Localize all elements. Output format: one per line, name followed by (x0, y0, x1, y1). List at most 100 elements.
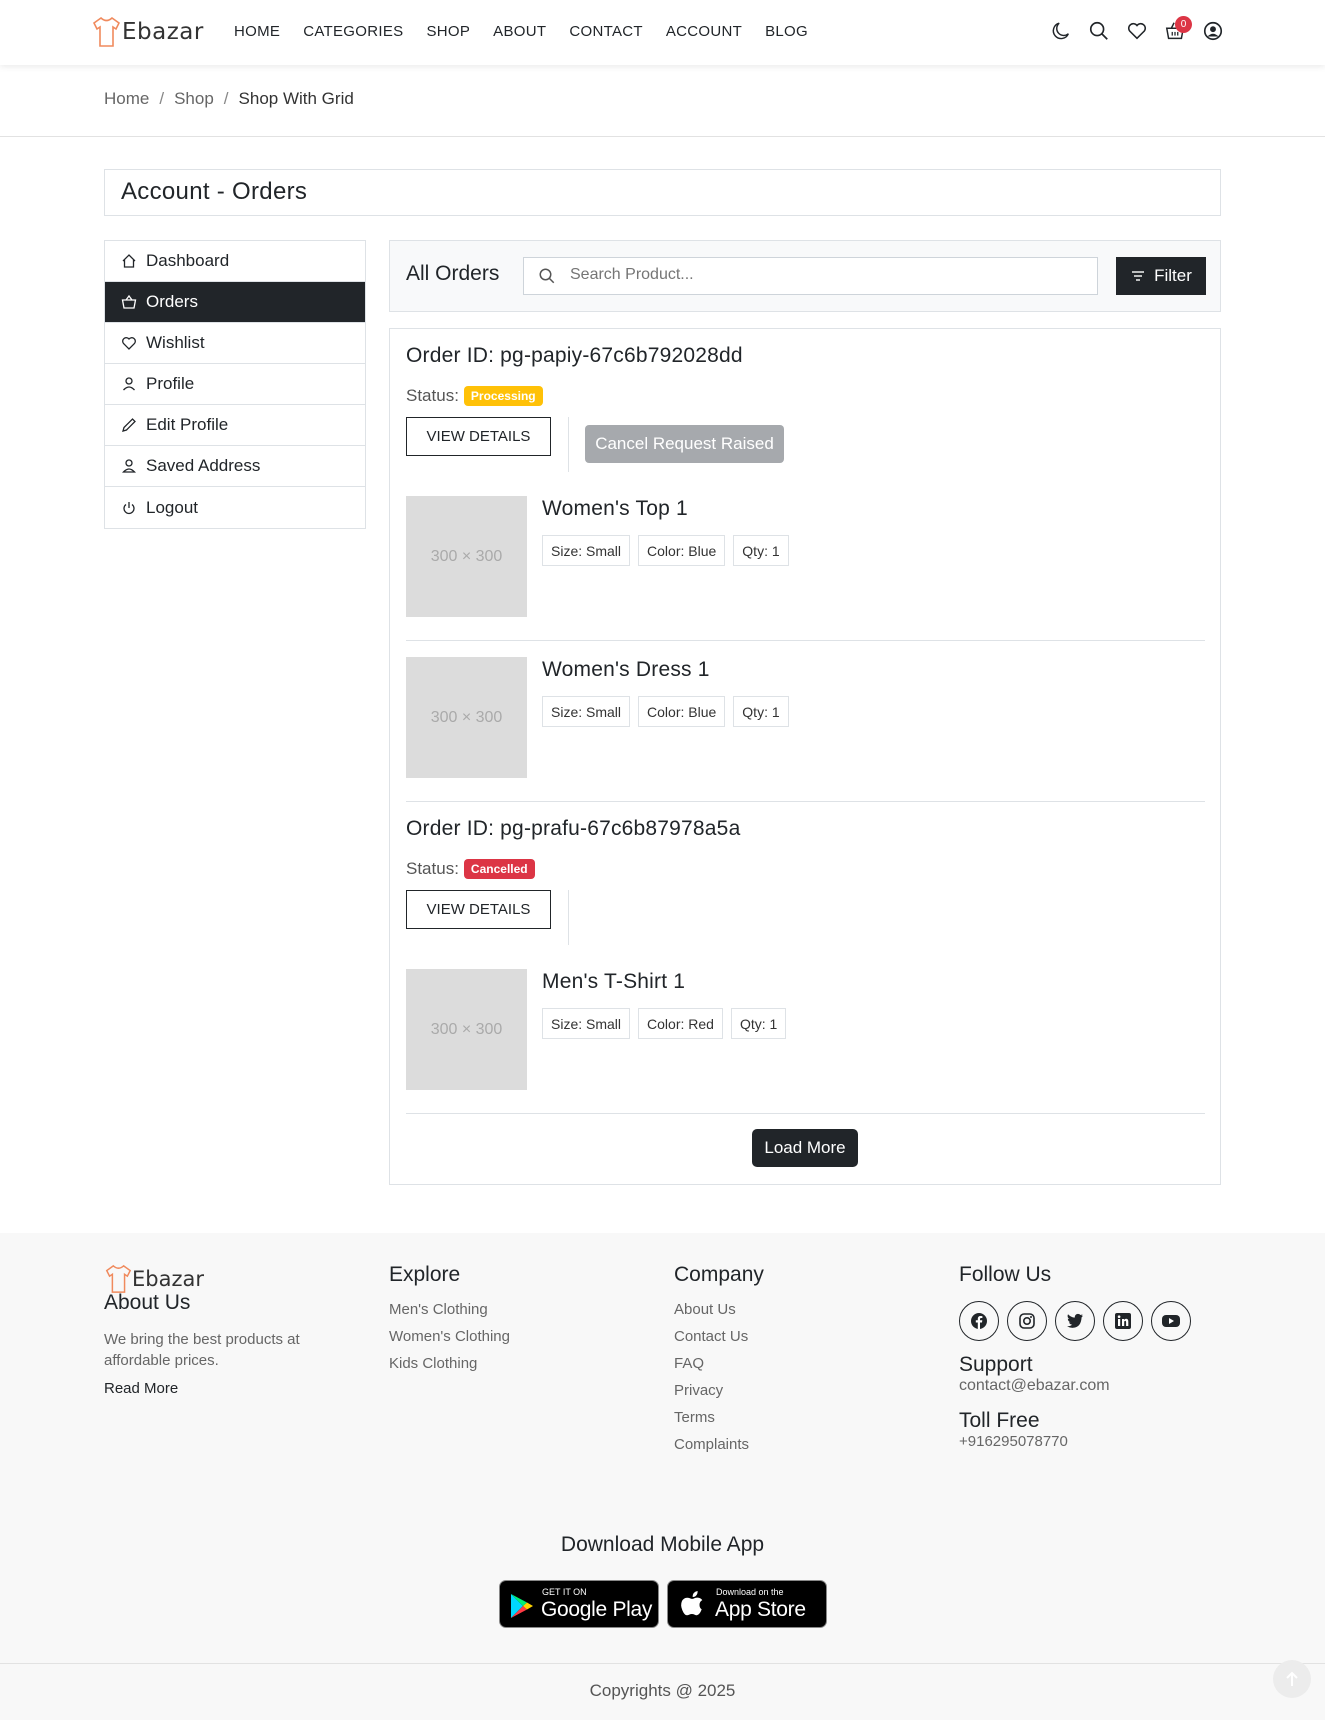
about-text: We bring the best products at affordable… (104, 1331, 300, 1369)
sidebar-item-saved-address[interactable]: Saved Address (105, 446, 365, 487)
divider (568, 417, 569, 472)
sidebar-item-orders[interactable]: Orders (105, 282, 365, 323)
site-footer: Ebazar About Us We bring the best produc… (0, 1233, 1325, 1720)
filter-icon (1132, 271, 1145, 281)
cart-count-badge: 0 (1175, 16, 1192, 33)
sidebar-item-profile[interactable]: Profile (105, 364, 365, 405)
page-title: Account - Orders (121, 178, 308, 205)
order-id: Order ID: pg-prafu-67c6b87978a5a (406, 817, 741, 840)
breadcrumb-separator: / (223, 89, 229, 108)
product-image-placeholder[interactable]: 300 × 300 (406, 657, 527, 778)
nav-contact[interactable]: CONTACT (569, 23, 642, 40)
sidebar-item-label: Dashboard (146, 251, 230, 270)
view-details-button[interactable]: VIEW DETAILS (406, 890, 551, 929)
scroll-to-top-button[interactable] (1273, 1660, 1311, 1698)
explore-title: Explore (389, 1263, 461, 1286)
order-id: Order ID: pg-papiy-67c6b792028dd (406, 344, 743, 367)
user-icon[interactable] (1202, 20, 1226, 44)
order-status: Status: Cancelled (406, 859, 535, 879)
nav-about[interactable]: ABOUT (493, 23, 546, 40)
status-badge: Processing (463, 386, 543, 406)
read-more-link[interactable]: Read More (104, 1380, 334, 1397)
sidebar-item-dashboard[interactable]: Dashboard (105, 241, 365, 282)
heart-icon[interactable] (1126, 20, 1150, 44)
qty-chip: Qty: 1 (733, 535, 789, 566)
nav-categories[interactable]: CATEGORIES (303, 23, 403, 40)
youtube-icon[interactable] (1151, 1301, 1191, 1341)
explore-link[interactable]: Men's Clothing (389, 1301, 510, 1318)
company-link[interactable]: Complaints (674, 1436, 764, 1453)
tollfree-number[interactable]: +916295078770 (959, 1433, 1199, 1450)
qty-chip: Qty: 1 (730, 1008, 787, 1039)
moon-icon[interactable] (1050, 20, 1074, 44)
sidebar-item-label: Profile (146, 374, 195, 393)
product-image-placeholder[interactable]: 300 × 300 (406, 496, 527, 617)
company-link[interactable]: FAQ (674, 1355, 764, 1372)
app-store-big-text: App Store (715, 1598, 806, 1621)
tollfree-title: Toll Free (959, 1409, 1040, 1432)
cancel-request-button[interactable]: Cancel Request Raised (585, 425, 784, 463)
search-icon (539, 268, 555, 284)
nav-blog[interactable]: BLOG (765, 23, 808, 40)
app-store-badge[interactable]: Download on the App Store (667, 1580, 827, 1628)
divider (568, 890, 569, 945)
nav-shop[interactable]: SHOP (426, 23, 470, 40)
twitter-icon[interactable] (1055, 1301, 1095, 1341)
brand-name: Ebazar (122, 19, 204, 45)
nav-home[interactable]: HOME (234, 23, 280, 40)
breadcrumb: Home / Shop / Shop With Grid (104, 89, 354, 109)
size-chip: Size: Small (542, 1008, 631, 1039)
page-title-box: Account - Orders (104, 169, 1221, 216)
divider (406, 640, 1205, 641)
breadcrumb-shop[interactable]: Shop (174, 89, 214, 109)
sidebar-item-wishlist[interactable]: Wishlist (105, 323, 365, 364)
explore-link[interactable]: Women's Clothing (389, 1328, 510, 1345)
sidebar-item-logout[interactable]: Logout (105, 487, 365, 528)
product-image-placeholder[interactable]: 300 × 300 (406, 969, 527, 1090)
divider (406, 1113, 1205, 1114)
qty-chip: Qty: 1 (733, 696, 789, 727)
facebook-icon[interactable] (959, 1301, 999, 1341)
search-icon[interactable] (1088, 20, 1112, 44)
instagram-icon[interactable] (1007, 1301, 1047, 1341)
view-details-button[interactable]: VIEW DETAILS (406, 417, 551, 456)
cart-icon[interactable]: 0 (1164, 16, 1192, 44)
filter-button[interactable]: Filter (1116, 257, 1206, 295)
company-link[interactable]: Contact Us (674, 1328, 764, 1345)
copyright-text: Copyrights @ 2025 (589, 1681, 736, 1700)
tshirt-logo-icon (105, 1264, 132, 1293)
google-play-badge[interactable]: GET IT ON Google Play (499, 1580, 659, 1628)
search-input[interactable] (570, 266, 1070, 284)
nav-account[interactable]: ACCOUNT (666, 23, 742, 40)
item-attributes: Size: Small Color: Blue Qty: 1 (542, 696, 797, 727)
support-email[interactable]: contact@ebazar.com (959, 1377, 1199, 1395)
product-name[interactable]: Women's Top 1 (542, 497, 688, 521)
heart-icon (122, 337, 136, 350)
item-attributes: Size: Small Color: Blue Qty: 1 (542, 535, 797, 566)
site-header: Ebazar HOME CATEGORIES SHOP ABOUT CONTAC… (0, 0, 1325, 65)
sidebar-item-edit-profile[interactable]: Edit Profile (105, 405, 365, 446)
user-icon (123, 377, 135, 391)
brand-logo[interactable]: Ebazar (92, 16, 204, 48)
item-attributes: Size: Small Color: Red Qty: 1 (542, 1008, 794, 1039)
footer-company: Company About Us Contact Us FAQ Privacy … (674, 1263, 764, 1463)
app-store-badges: GET IT ON Google Play Download on the Ap… (499, 1580, 835, 1628)
explore-link[interactable]: Kids Clothing (389, 1355, 510, 1372)
company-link[interactable]: Privacy (674, 1382, 764, 1399)
load-more-button[interactable]: Load More (752, 1129, 858, 1167)
app-store-small-text: Download on the (716, 1587, 784, 1597)
footer-about: Ebazar About Us We bring the best produc… (104, 1264, 334, 1397)
breadcrumb-home[interactable]: Home (104, 89, 149, 109)
status-badge: Cancelled (463, 859, 535, 879)
company-link[interactable]: About Us (674, 1301, 764, 1318)
footer-logo[interactable]: Ebazar (104, 1264, 334, 1294)
product-name[interactable]: Women's Dress 1 (542, 658, 710, 682)
support-title: Support (959, 1353, 1033, 1376)
sidebar-item-label: Edit Profile (146, 415, 229, 434)
product-name[interactable]: Men's T-Shirt 1 (542, 970, 685, 994)
copyright-bar: Copyrights @ 2025 (0, 1663, 1325, 1720)
linkedin-icon[interactable] (1103, 1301, 1143, 1341)
color-chip: Color: Blue (638, 535, 726, 566)
status-label: Status: (406, 386, 459, 405)
company-link[interactable]: Terms (674, 1409, 764, 1426)
